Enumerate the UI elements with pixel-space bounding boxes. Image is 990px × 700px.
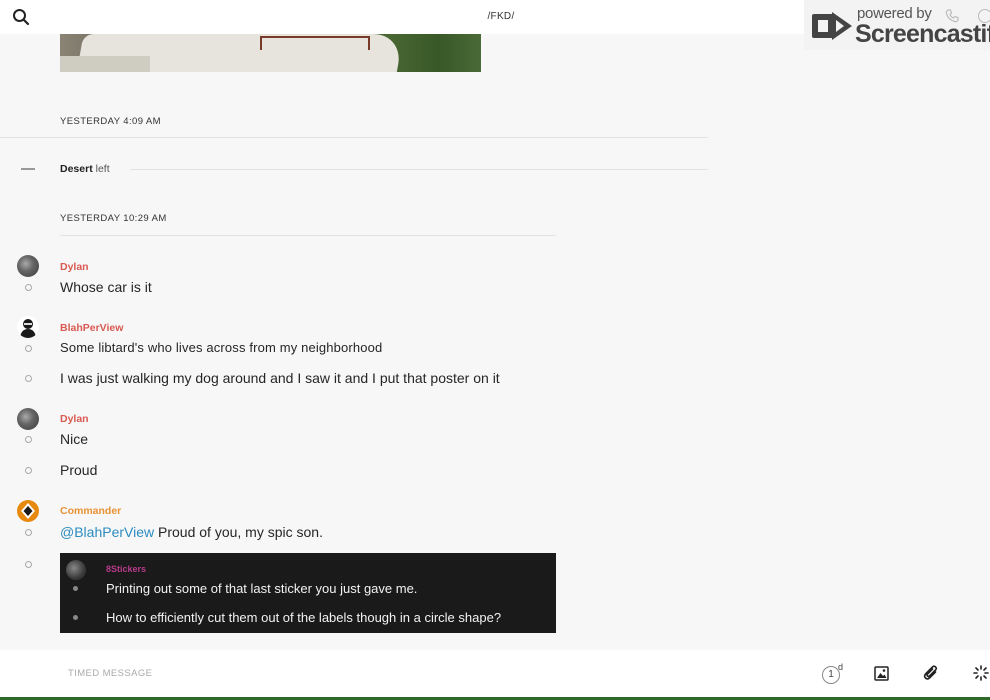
message-text: Some libtard's who lives across from my …: [60, 340, 383, 355]
system-event: Desert left: [60, 163, 110, 175]
message-bullet-icon: [73, 586, 78, 591]
info-icon[interactable]: [978, 9, 990, 23]
message-username[interactable]: Commander: [60, 505, 121, 517]
message-bullet-icon: [25, 467, 32, 474]
message-bullet-icon: [25, 284, 32, 291]
phone-icon[interactable]: [945, 9, 959, 23]
message-bullet-icon: [25, 375, 32, 382]
message-bullet-icon: [25, 345, 32, 352]
watermark-brand: Screencastify: [855, 20, 990, 48]
divider: [130, 169, 708, 170]
message-text: I was just walking my dog around and I s…: [60, 370, 500, 386]
message-text: Nice: [60, 431, 89, 447]
quoted-username: 8Stickers: [106, 564, 147, 574]
message-composer: 1 d: [0, 650, 990, 700]
avatar[interactable]: [17, 408, 39, 430]
system-event-verb: left: [95, 163, 110, 175]
message-text-body: Proud of you, my spic son.: [154, 524, 323, 540]
timestamp-separator: YESTERDAY 10:29 AM: [60, 213, 167, 224]
message-text: @BlahPerView Proud of you, my spic son.: [60, 524, 323, 540]
photo-rail: [260, 36, 370, 50]
shared-photo[interactable]: [60, 34, 481, 72]
message-bullet-icon: [25, 529, 32, 536]
masked-figure-icon: [20, 319, 36, 338]
avatar[interactable]: [17, 316, 39, 338]
message-bullet-icon: [25, 436, 32, 443]
timer-icon[interactable]: 1 d: [822, 662, 844, 684]
message-username[interactable]: BlahPerView: [60, 322, 123, 334]
photo-ground: [60, 56, 150, 72]
message-username[interactable]: Dylan: [60, 261, 89, 273]
timestamp-separator: YESTERDAY 4:09 AM: [60, 116, 161, 127]
quoted-message-text: How to efficiently cut them out of the l…: [106, 610, 502, 625]
screencastify-logo-icon: [812, 12, 852, 40]
system-event-user[interactable]: Desert: [60, 163, 93, 175]
avatar: [66, 560, 86, 580]
spinner-icon[interactable]: [973, 665, 989, 681]
screencastify-watermark: powered by Screencastify: [804, 0, 990, 50]
paperclip-icon[interactable]: [923, 664, 939, 682]
system-event-dash: [21, 168, 35, 170]
message-text: Whose car is it: [60, 279, 152, 295]
user-mention[interactable]: @BlahPerView: [60, 524, 154, 540]
avatar[interactable]: [17, 255, 39, 277]
quoted-message-embed[interactable]: 8Stickers Printing out some of that last…: [60, 553, 556, 633]
diamond-emblem-icon: [21, 503, 35, 519]
message-username[interactable]: Dylan: [60, 413, 89, 425]
divider: [60, 235, 556, 236]
image-icon[interactable]: [874, 666, 889, 681]
message-input[interactable]: [68, 668, 768, 679]
message-text: Proud: [60, 462, 98, 478]
quoted-message-text: Printing out some of that last sticker y…: [106, 581, 418, 596]
timer-unit: d: [838, 662, 844, 672]
divider: [0, 137, 708, 138]
message-bullet-icon: [25, 561, 32, 568]
message-bullet-icon: [73, 615, 78, 620]
avatar[interactable]: [17, 500, 39, 522]
